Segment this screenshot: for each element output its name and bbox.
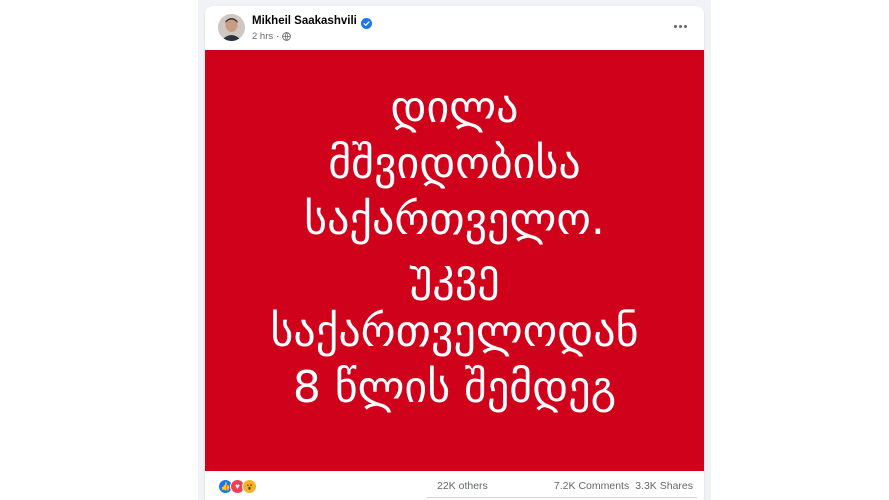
divider: [427, 497, 697, 498]
post-meta: 2 hrs ·: [252, 31, 292, 42]
image-text-line: საქართველოდან: [270, 306, 639, 357]
post-image-text: დილა მშვიდობისა საქართველო. უკვე საქართვ…: [205, 80, 704, 416]
globe-icon[interactable]: [282, 32, 292, 41]
author-row: Mikheil Saakashvili: [252, 15, 372, 29]
image-text-line: დილა: [390, 82, 519, 133]
separator-dot: ·: [276, 31, 280, 42]
image-text-line: უკვე: [409, 250, 500, 301]
reaction-icons[interactable]: 👍 ♥: [218, 479, 257, 494]
avatar[interactable]: [218, 14, 245, 41]
engagement-counts: 7.2K Comments 3.3K Shares: [554, 480, 693, 492]
image-text-line: მშვიდობისა: [328, 138, 581, 189]
reaction-count[interactable]: 22K others: [437, 480, 488, 492]
post-card: Mikheil Saakashvili 2 hrs · დილა მშვიდობ…: [205, 6, 704, 500]
wow-icon: [242, 479, 257, 494]
post-footer: 👍 ♥ 22K others 7.2K Comments 3.3K Shares: [205, 471, 704, 500]
verified-badge-icon: [360, 16, 372, 29]
post-time[interactable]: 2 hrs: [252, 31, 273, 42]
shares-count[interactable]: 3.3K Shares: [635, 480, 693, 492]
page: Mikheil Saakashvili 2 hrs · დილა მშვიდობ…: [0, 0, 889, 500]
image-text-line: 8 წლის შემდეგ: [292, 362, 617, 413]
ellipsis-icon[interactable]: [670, 19, 690, 33]
image-text-line: საქართველო.: [304, 194, 605, 245]
post-image[interactable]: დილა მშვიდობისა საქართველო. უკვე საქართვ…: [205, 50, 704, 471]
avatar-image: [218, 14, 245, 41]
author-name[interactable]: Mikheil Saakashvili: [252, 15, 357, 27]
comments-count[interactable]: 7.2K Comments: [554, 480, 629, 492]
post-header: Mikheil Saakashvili 2 hrs ·: [205, 6, 704, 50]
